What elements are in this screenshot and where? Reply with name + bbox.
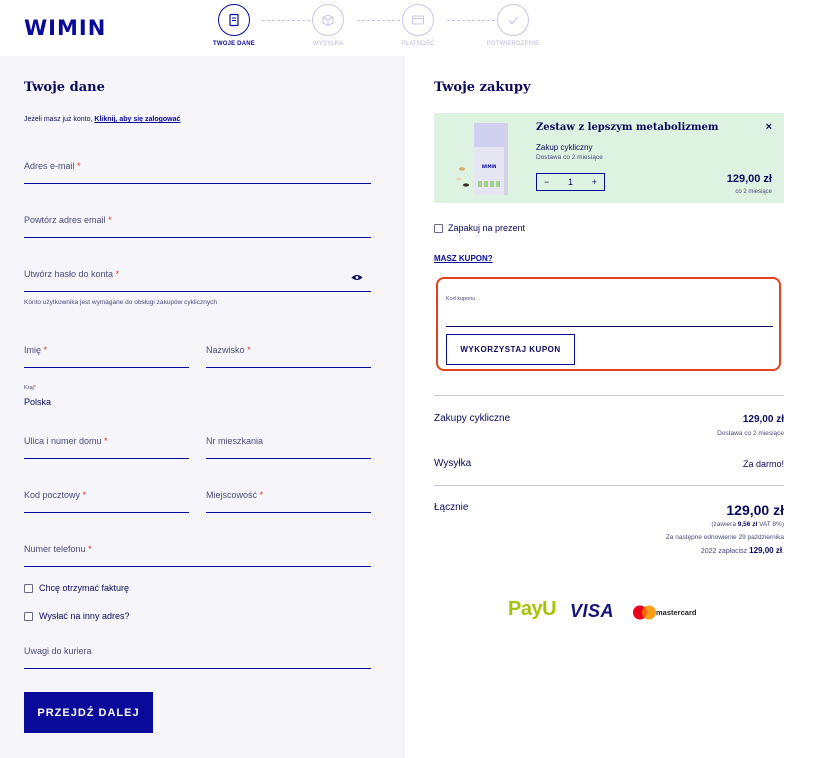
- continue-button[interactable]: PRZEJDŹ DALEJ: [24, 692, 153, 733]
- cyclic-sub: Dostawa co 2 miesiące: [717, 430, 784, 437]
- step-shipping[interactable]: WYSYŁKA: [298, 4, 358, 47]
- other-address-checkbox[interactable]: [24, 611, 33, 621]
- courier-notes-field[interactable]: Uwagi do kuriera: [24, 639, 371, 669]
- cyclic-value: 129,00 zł: [742, 414, 784, 425]
- payment-logos: PayU VISA mastercard: [508, 598, 718, 626]
- phone-field[interactable]: Numer telefonu *: [24, 537, 371, 567]
- other-address-checkbox-row[interactable]: Wysłać na inny adres?: [24, 611, 129, 621]
- shipping-value: Za darmo!: [742, 459, 784, 469]
- product-price-period: co 2 miesiące: [735, 189, 772, 195]
- cyclic-label: Zakupy cykliczne: [434, 413, 511, 424]
- section-title: Twoje dane: [24, 80, 105, 95]
- panel-divider: [403, 56, 404, 758]
- package-brand: WIMIN: [482, 164, 497, 169]
- total-label: Łącznie: [434, 502, 469, 513]
- last-name-field[interactable]: Nazwisko *: [206, 338, 371, 368]
- step-label: PŁATNOŚĆ: [401, 41, 435, 47]
- invoice-checkbox-label: Chcę otrzymać fakturę: [39, 583, 130, 593]
- checkmark-icon: [497, 4, 529, 36]
- summary-divider: [434, 395, 784, 396]
- total-value: 129,00 zł: [726, 502, 784, 518]
- card-icon: [402, 4, 434, 36]
- coupon-panel: Kod kuponu WYKORZYSTAJ KUPON: [436, 277, 781, 371]
- required-mark: *: [115, 269, 120, 279]
- invoice-checkbox-row[interactable]: Chcę otrzymać fakturę: [24, 583, 129, 593]
- required-mark: *: [104, 436, 108, 446]
- other-address-checkbox-label: Wysłać na inny adres?: [39, 611, 130, 621]
- cart-product-card: WIMIN Zestaw z lepszym metabolizmem × Za…: [434, 113, 784, 203]
- checkout-steps: TWOJE DANE WYSYŁKA PŁATNOŚĆ POTWIERDZENI…: [212, 4, 562, 52]
- step-label: TWOJE DANE: [212, 41, 255, 47]
- delivery-frequency: Dostawa co 2 miesiące: [536, 154, 603, 161]
- login-hint: Jeżeli masz już konto, Kliknij, aby się …: [24, 116, 181, 123]
- email-repeat-field[interactable]: Powtórz adres email *: [24, 208, 371, 238]
- cart-title: Twoje zakupy: [434, 80, 531, 95]
- mastercard-icon: [633, 605, 656, 620]
- product-image: WIMIN: [456, 123, 508, 195]
- coupon-input[interactable]: [446, 326, 773, 327]
- city-field[interactable]: Miejscowość *: [206, 483, 371, 513]
- required-mark: *: [88, 544, 92, 554]
- required-mark: *: [82, 490, 87, 500]
- required-mark: *: [77, 161, 81, 171]
- shipping-label: Wysyłka: [434, 458, 472, 469]
- gift-wrap-checkbox[interactable]: [434, 223, 443, 233]
- vat-note: (zawiera 9,56 zł VAT 8%): [711, 521, 784, 528]
- step-payment[interactable]: PŁATNOŚĆ: [388, 4, 448, 47]
- gift-wrap-label: Zapakuj na prezent: [448, 223, 526, 233]
- step-confirmation[interactable]: POTWIERDZENIE: [483, 4, 543, 47]
- required-mark: *: [259, 490, 264, 500]
- required-mark: *: [247, 345, 251, 355]
- coupon-toggle-link[interactable]: MASZ KUPON?: [434, 254, 493, 263]
- login-link[interactable]: Kliknij, aby się zalogować: [94, 116, 180, 123]
- email-field[interactable]: Adres e-mail *: [24, 154, 371, 184]
- visa-logo: VISA: [570, 601, 615, 621]
- box-icon: [312, 4, 344, 36]
- required-mark: *: [108, 215, 112, 225]
- header: WIMIN TWOJE DANE WYSYŁKA PŁATNOŚĆ POTWIE…: [0, 0, 815, 56]
- password-hint: Konto użytkownika jest wymagane do obsłu…: [24, 299, 217, 306]
- step-your-data[interactable]: TWOJE DANE: [204, 4, 264, 47]
- password-field[interactable]: Utwórz hasło do konta *: [24, 262, 371, 292]
- country-label: Kraj*: [24, 385, 36, 391]
- first-name-field[interactable]: Imię *: [24, 338, 189, 368]
- required-mark: *: [33, 385, 36, 391]
- quantity-value[interactable]: 1: [568, 177, 573, 187]
- apply-coupon-button[interactable]: WYKORZYSTAJ KUPON: [446, 334, 575, 365]
- document-icon: [218, 4, 250, 36]
- purchase-type: Zakup cykliczny: [536, 143, 593, 152]
- renewal-note-line2: 2022 zapłacisz 129,00 zł.: [700, 546, 784, 555]
- coupon-input-label: Kod kuponu: [446, 296, 476, 302]
- eye-icon[interactable]: [351, 274, 363, 281]
- street-field[interactable]: Ulica i numer domu *: [24, 429, 189, 459]
- required-mark: *: [43, 345, 48, 355]
- increase-quantity-button[interactable]: +: [592, 177, 597, 187]
- renewal-note-line1: Za następne odnowienie 29 października: [665, 534, 784, 541]
- product-price: 129,00 zł: [726, 173, 772, 185]
- step-label: POTWIERDZENIE: [486, 41, 540, 47]
- gift-wrap-row[interactable]: Zapakuj na prezent: [434, 223, 525, 233]
- wimin-logo[interactable]: WIMIN: [24, 16, 106, 40]
- remove-product-icon[interactable]: ×: [766, 121, 772, 133]
- apartment-field[interactable]: Nr mieszkania: [206, 429, 371, 459]
- postcode-field[interactable]: Kod pocztowy *: [24, 483, 189, 513]
- decrease-quantity-button[interactable]: −: [544, 177, 549, 187]
- step-label: WYSYŁKA: [312, 41, 344, 47]
- mastercard-logo: mastercard: [656, 608, 697, 617]
- summary-divider: [434, 485, 784, 486]
- invoice-checkbox[interactable]: [24, 583, 33, 593]
- quantity-stepper: − 1 +: [536, 173, 605, 191]
- customer-data-panel: Twoje dane Jeżeli masz już konto, Klikni…: [0, 56, 403, 758]
- payu-logo: PayU: [508, 598, 557, 620]
- product-name[interactable]: Zestaw z lepszym metabolizmem: [536, 122, 718, 133]
- country-select[interactable]: Polska: [24, 397, 51, 407]
